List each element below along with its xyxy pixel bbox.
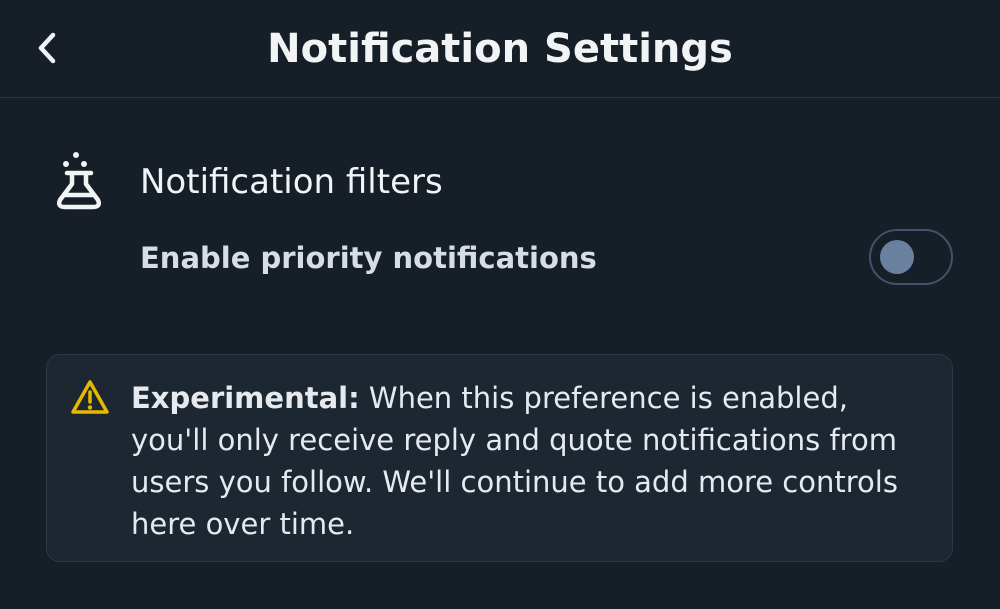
section-title: Notification filters <box>140 162 443 202</box>
notice-text: Experimental: When this preference is en… <box>131 377 931 545</box>
chevron-left-icon <box>38 32 56 64</box>
toggle-knob <box>880 240 914 274</box>
priority-notifications-toggle[interactable] <box>869 229 953 285</box>
back-button[interactable] <box>22 22 74 74</box>
page-title: Notification Settings <box>267 26 733 72</box>
flask-icon <box>52 150 106 212</box>
notice-title: Experimental: <box>131 381 360 415</box>
experimental-notice: Experimental: When this preference is en… <box>46 354 953 562</box>
warning-icon <box>69 378 111 416</box>
priority-notifications-label: Enable priority notifications <box>140 241 597 275</box>
header: Notification Settings <box>0 0 1000 98</box>
